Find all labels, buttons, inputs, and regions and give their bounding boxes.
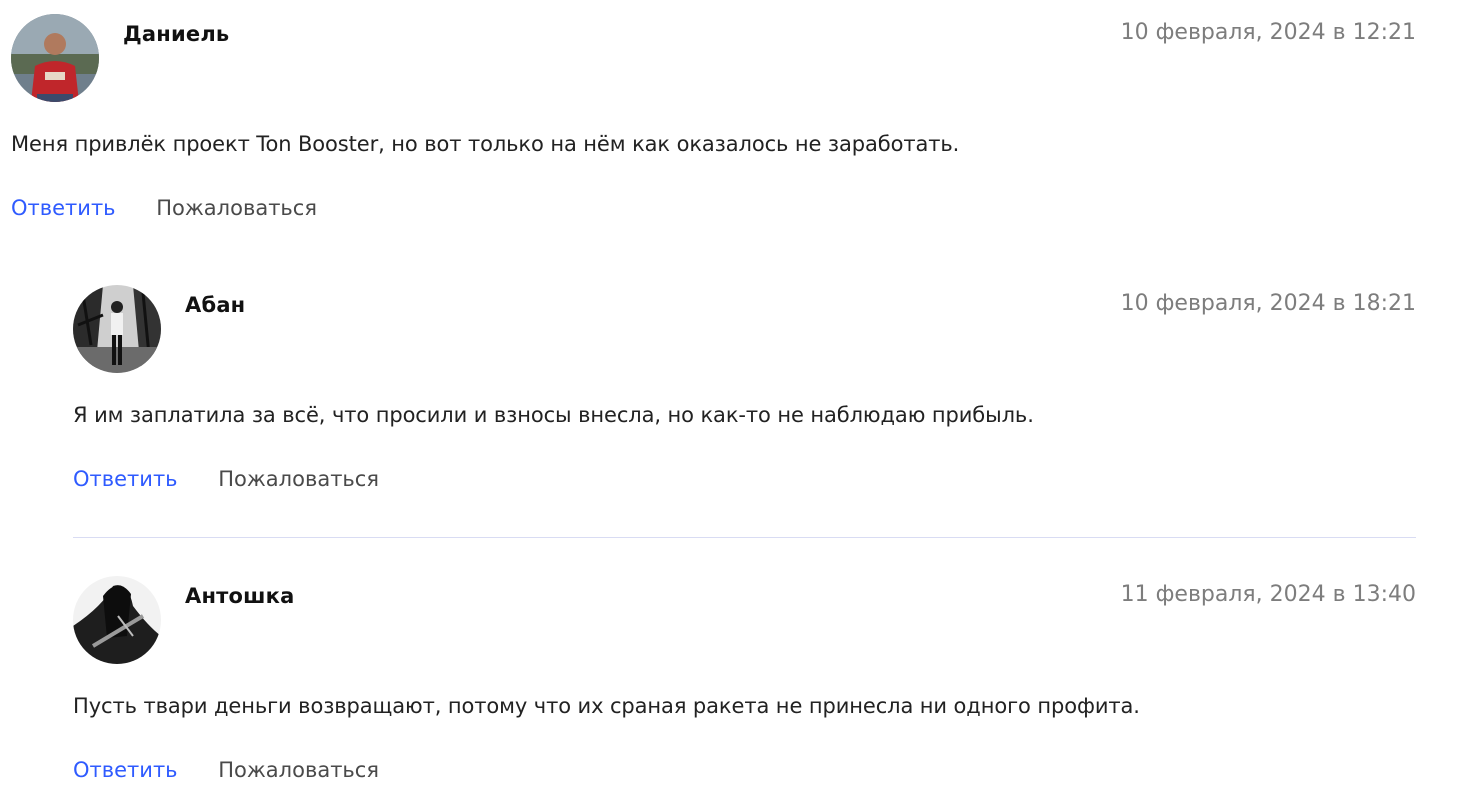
report-link[interactable]: Пожаловаться: [218, 467, 379, 491]
avatar: [11, 14, 99, 102]
avatar: [73, 576, 161, 664]
author-name: Абан: [185, 293, 246, 317]
comment-header: Абан 10 февраля, 2024 в 18:21: [73, 285, 1416, 373]
report-link[interactable]: Пожаловаться: [218, 758, 379, 782]
comment-actions: Ответить Пожаловаться: [11, 196, 317, 220]
comment-actions: Ответить Пожаловаться: [73, 467, 379, 491]
comment: Даниель 10 февраля, 2024 в 12:21 Меня пр…: [11, 14, 1416, 220]
avatar: [73, 285, 161, 373]
comment-text: Пусть твари деньги возвращают, потому чт…: [73, 694, 1140, 718]
comment-date: 11 февраля, 2024 в 13:40: [1120, 582, 1416, 607]
comment-reply: Абан 10 февраля, 2024 в 18:21 Я им запла…: [73, 285, 1416, 491]
comment-date: 10 февраля, 2024 в 18:21: [1120, 291, 1416, 316]
comment-text: Меня привлёк проект Ton Booster, но вот …: [11, 132, 960, 156]
comment-actions: Ответить Пожаловаться: [73, 758, 379, 782]
reply-link[interactable]: Ответить: [73, 758, 178, 782]
comment-text: Я им заплатила за всё, что просили и взн…: [73, 403, 1034, 427]
comment-reply: Антошка 11 февраля, 2024 в 13:40 Пусть т…: [73, 576, 1416, 782]
report-link[interactable]: Пожаловаться: [156, 196, 317, 220]
author-name: Даниель: [123, 22, 230, 46]
reply-link[interactable]: Ответить: [73, 467, 178, 491]
author-name: Антошка: [185, 584, 295, 608]
divider: [73, 537, 1416, 538]
comment-header: Антошка 11 февраля, 2024 в 13:40: [73, 576, 1416, 664]
comment-header: Даниель 10 февраля, 2024 в 12:21: [11, 14, 1416, 102]
comment-date: 10 февраля, 2024 в 12:21: [1120, 20, 1416, 45]
reply-link[interactable]: Ответить: [11, 196, 116, 220]
